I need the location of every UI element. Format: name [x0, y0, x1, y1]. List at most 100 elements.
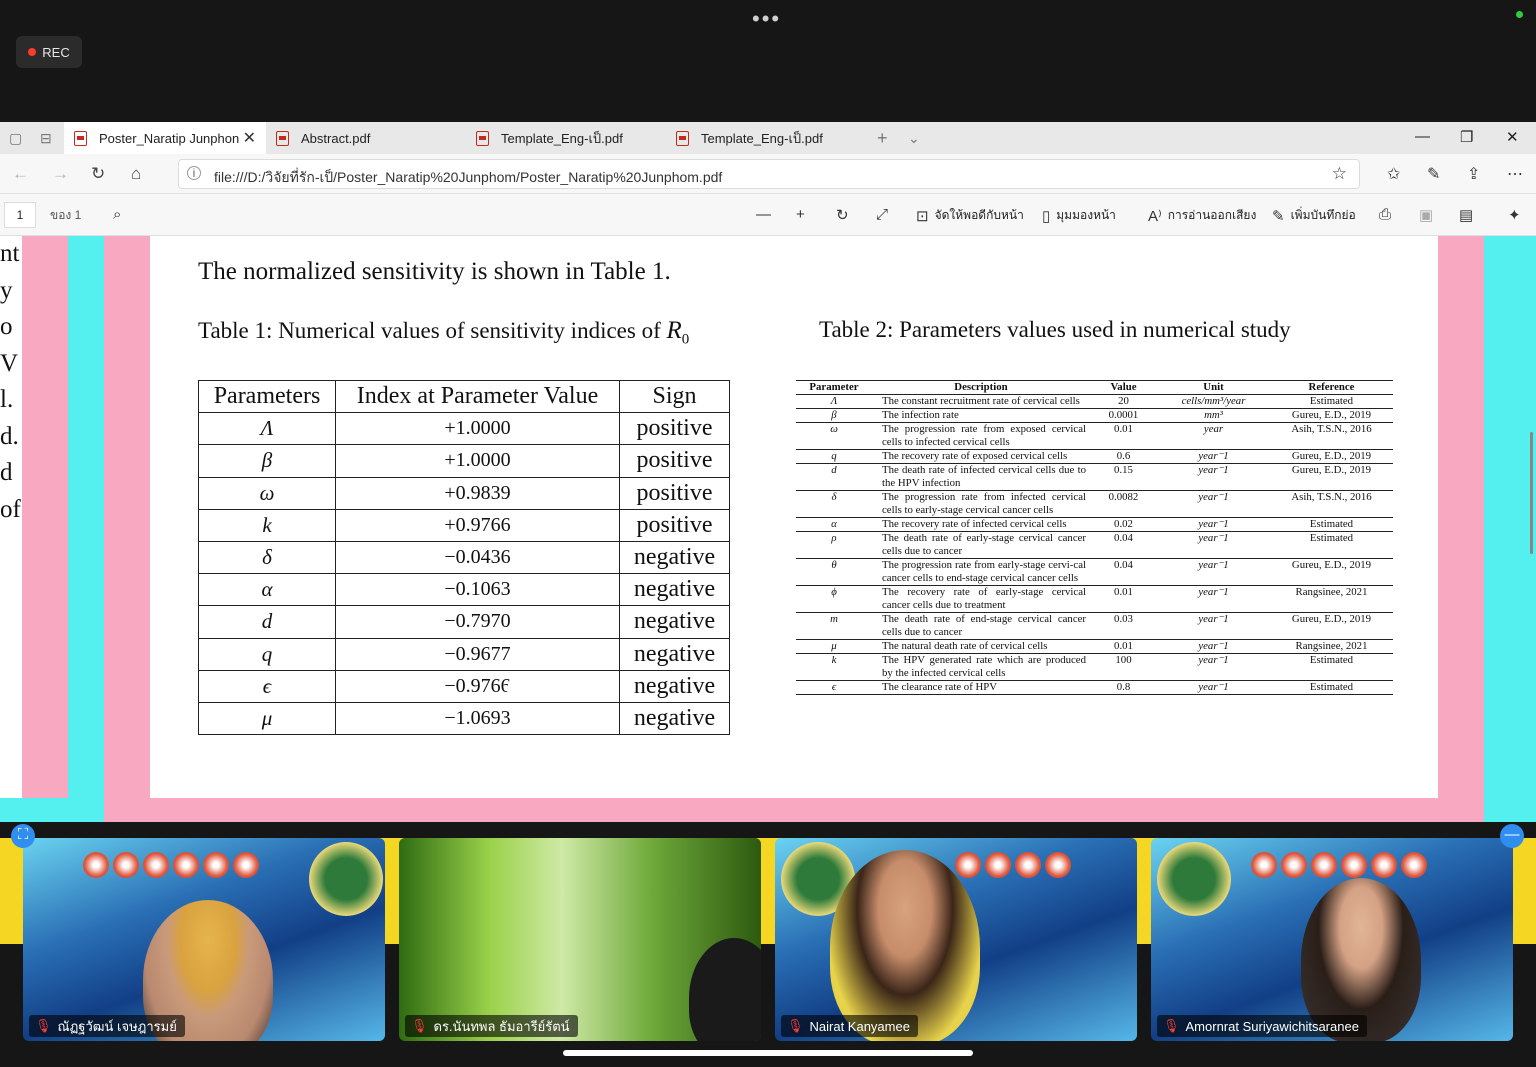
muted-mic-icon: 🎙: [787, 1018, 804, 1033]
fullscreen-icon[interactable]: ⤢: [876, 206, 888, 223]
r0-subscript: 0: [681, 331, 690, 348]
parameter-cell: m: [796, 612, 872, 640]
tab-template-1[interactable]: Template_Eng-เป็.pdf: [466, 122, 666, 154]
forward-icon[interactable]: →: [52, 164, 69, 184]
header-cell: Unit: [1157, 380, 1270, 395]
settings-more-icon[interactable]: ⋯: [1507, 164, 1523, 184]
tab-actions-icon[interactable]: ▢: [9, 130, 22, 147]
value-cell: 0.01: [1090, 585, 1157, 613]
index-cell: −0.1063: [335, 573, 620, 607]
share-icon[interactable]: ⇪: [1467, 164, 1480, 184]
parameter-cell: d: [796, 463, 872, 491]
fragment-line: V: [0, 349, 19, 377]
table-header-row: Parameter Description Value Unit Referen…: [796, 380, 1393, 395]
back-icon[interactable]: ←: [12, 164, 29, 184]
pin-toolbar-icon[interactable]: ✦: [1508, 206, 1521, 224]
favorite-star-icon[interactable]: ☆: [1332, 164, 1347, 184]
parameter-cell: k: [796, 653, 872, 681]
parameter-cell: ω: [796, 422, 872, 450]
table2-caption: Table 2: Parameters values used in numer…: [819, 317, 1291, 342]
participant-tile-1[interactable]: 🎙 ณัฏฐวัฒน์ เจษฎารมย์: [23, 838, 385, 1041]
vertical-tabs-icon[interactable]: ⊟: [40, 130, 52, 147]
parameter-cell: β: [796, 408, 872, 423]
participant-tile-2[interactable]: 🎙 ดร.นันทพล ธัมอารีย์รัตน์: [399, 838, 761, 1041]
save-icon[interactable]: ▣: [1419, 206, 1433, 224]
table-row: m The death rate of end-stage cervical ca…: [796, 612, 1393, 640]
zoom-out-icon[interactable]: —: [756, 206, 771, 223]
close-tab-icon[interactable]: ✕: [243, 128, 256, 148]
vertical-scrollbar[interactable]: [1530, 432, 1533, 554]
participants-view-icon[interactable]: ⛶: [11, 824, 35, 848]
minimize-icon[interactable]: —: [1415, 128, 1430, 145]
close-window-icon[interactable]: ✕: [1506, 128, 1519, 146]
participant-tile-3[interactable]: 🎙 Nairat Kanyamee: [775, 838, 1137, 1041]
collapse-gallery-icon[interactable]: —: [1500, 824, 1524, 848]
description-cell: The progression rate from exposed cervic…: [872, 422, 1090, 450]
tab-strip: ▢ ⊟ Poster_Naratip Junphon ✕ Abstract.pd…: [0, 122, 1536, 154]
more-options-icon[interactable]: •••: [752, 6, 781, 32]
table-row: Λ +1.0000 positive: [198, 412, 730, 446]
index-cell: +0.9766: [335, 508, 620, 542]
index-cell: −0.0436: [335, 540, 620, 575]
description-cell: The death rate of end-stage cervical can…: [872, 612, 1090, 640]
tab-abstract[interactable]: Abstract.pdf: [266, 122, 466, 154]
table-row: ω +0.9839 positive: [198, 476, 730, 510]
fragment-line: of: [0, 495, 21, 523]
value-cell: 0.01: [1090, 639, 1157, 654]
parameter-cell: μ: [198, 701, 336, 736]
refresh-icon[interactable]: ↻: [91, 164, 105, 184]
index-cell: +1.0000: [335, 444, 620, 478]
read-aloud-button[interactable]: A⁾ การอ่านออกเสียง: [1148, 206, 1256, 225]
search-icon[interactable]: ⌕: [113, 206, 121, 223]
home-icon[interactable]: ⌂: [131, 164, 141, 184]
page-view-button[interactable]: ▯ มุมมองหน้า: [1042, 206, 1116, 225]
url-field[interactable]: i file:///D:/วิจัยที่รัก-เป็/Poster_Nara…: [178, 159, 1360, 189]
reference-cell: Estimated: [1270, 653, 1393, 681]
table-row: α −0.1063 negative: [198, 573, 730, 607]
record-dot-icon: [28, 48, 37, 56]
participant-video: [689, 938, 761, 1041]
participant-name: ดร.นันทพล ธัมอารีย์รัตน์: [433, 1018, 570, 1034]
maximize-icon[interactable]: ❐: [1460, 128, 1473, 146]
tab-list-icon[interactable]: ⌄: [908, 130, 920, 147]
unit-cell: year⁻1: [1157, 517, 1270, 532]
table-row: ρ The death rate of early-stage cervical …: [796, 531, 1393, 559]
rotate-icon[interactable]: ↻: [836, 206, 849, 224]
save-as-icon[interactable]: ▤: [1459, 206, 1473, 224]
page-number-input[interactable]: 1: [4, 202, 36, 228]
annotate-button[interactable]: ✎ เพิ่มบันทึกย่อ: [1272, 206, 1356, 225]
participant-tile-4[interactable]: 🎙 Amornrat Suriyawichitsaranee: [1151, 838, 1513, 1041]
participant-gallery: 🎙 ณัฏฐวัฒน์ เจษฎารมย์ 🎙 ดร.นันทพล ธัมอาร…: [0, 822, 1536, 1067]
seal-logo: [309, 842, 383, 916]
pen-icon[interactable]: ✎: [1427, 164, 1440, 184]
annotate-label: เพิ่มบันทึกย่อ: [1290, 208, 1356, 222]
unit-cell: year: [1157, 422, 1270, 450]
table-row: β +1.0000 positive: [198, 444, 730, 478]
sign-cell: positive: [619, 444, 730, 478]
fit-to-page-button[interactable]: ⊡ จัดให้พอดีกับหน้า: [916, 206, 1024, 225]
sign-cell: negative: [619, 573, 730, 607]
fragment-line: o: [0, 313, 13, 340]
new-tab-icon[interactable]: +: [877, 128, 888, 149]
participant-name: Amornrat Suriyawichitsaranee: [1185, 1018, 1359, 1034]
zoom-in-icon[interactable]: +: [796, 206, 805, 223]
tab-template-2[interactable]: Template_Eng-เป็.pdf: [666, 122, 866, 154]
parameter-cell: ϵ: [198, 669, 336, 703]
unit-cell: year⁻1: [1157, 531, 1270, 559]
reference-cell: Gureu, E.D., 2019: [1270, 612, 1393, 640]
print-icon[interactable]: ⎙: [1379, 206, 1391, 223]
description-cell: The recovery rate of early-stage cervica…: [872, 585, 1090, 613]
reference-cell: Estimated: [1270, 680, 1393, 695]
table1-caption-text: Table 1: Numerical values of sensitivity…: [198, 318, 661, 343]
table-row: δ −0.0436 negative: [198, 540, 730, 575]
header-cell: Parameter: [796, 380, 872, 395]
tab-poster[interactable]: Poster_Naratip Junphon ✕: [64, 122, 266, 154]
favorites-icon[interactable]: ✩: [1387, 164, 1400, 184]
table-row: d −0.7970 negative: [198, 605, 730, 639]
info-icon[interactable]: i: [187, 166, 201, 180]
seal-logo: [1157, 842, 1231, 916]
parameter-cell: α: [198, 573, 336, 607]
reference-cell: Gureu, E.D., 2019: [1270, 463, 1393, 491]
pdf-viewport[interactable]: nt y o V l. d. d of The normalized sensi…: [0, 236, 1536, 822]
value-cell: 0.04: [1090, 531, 1157, 559]
